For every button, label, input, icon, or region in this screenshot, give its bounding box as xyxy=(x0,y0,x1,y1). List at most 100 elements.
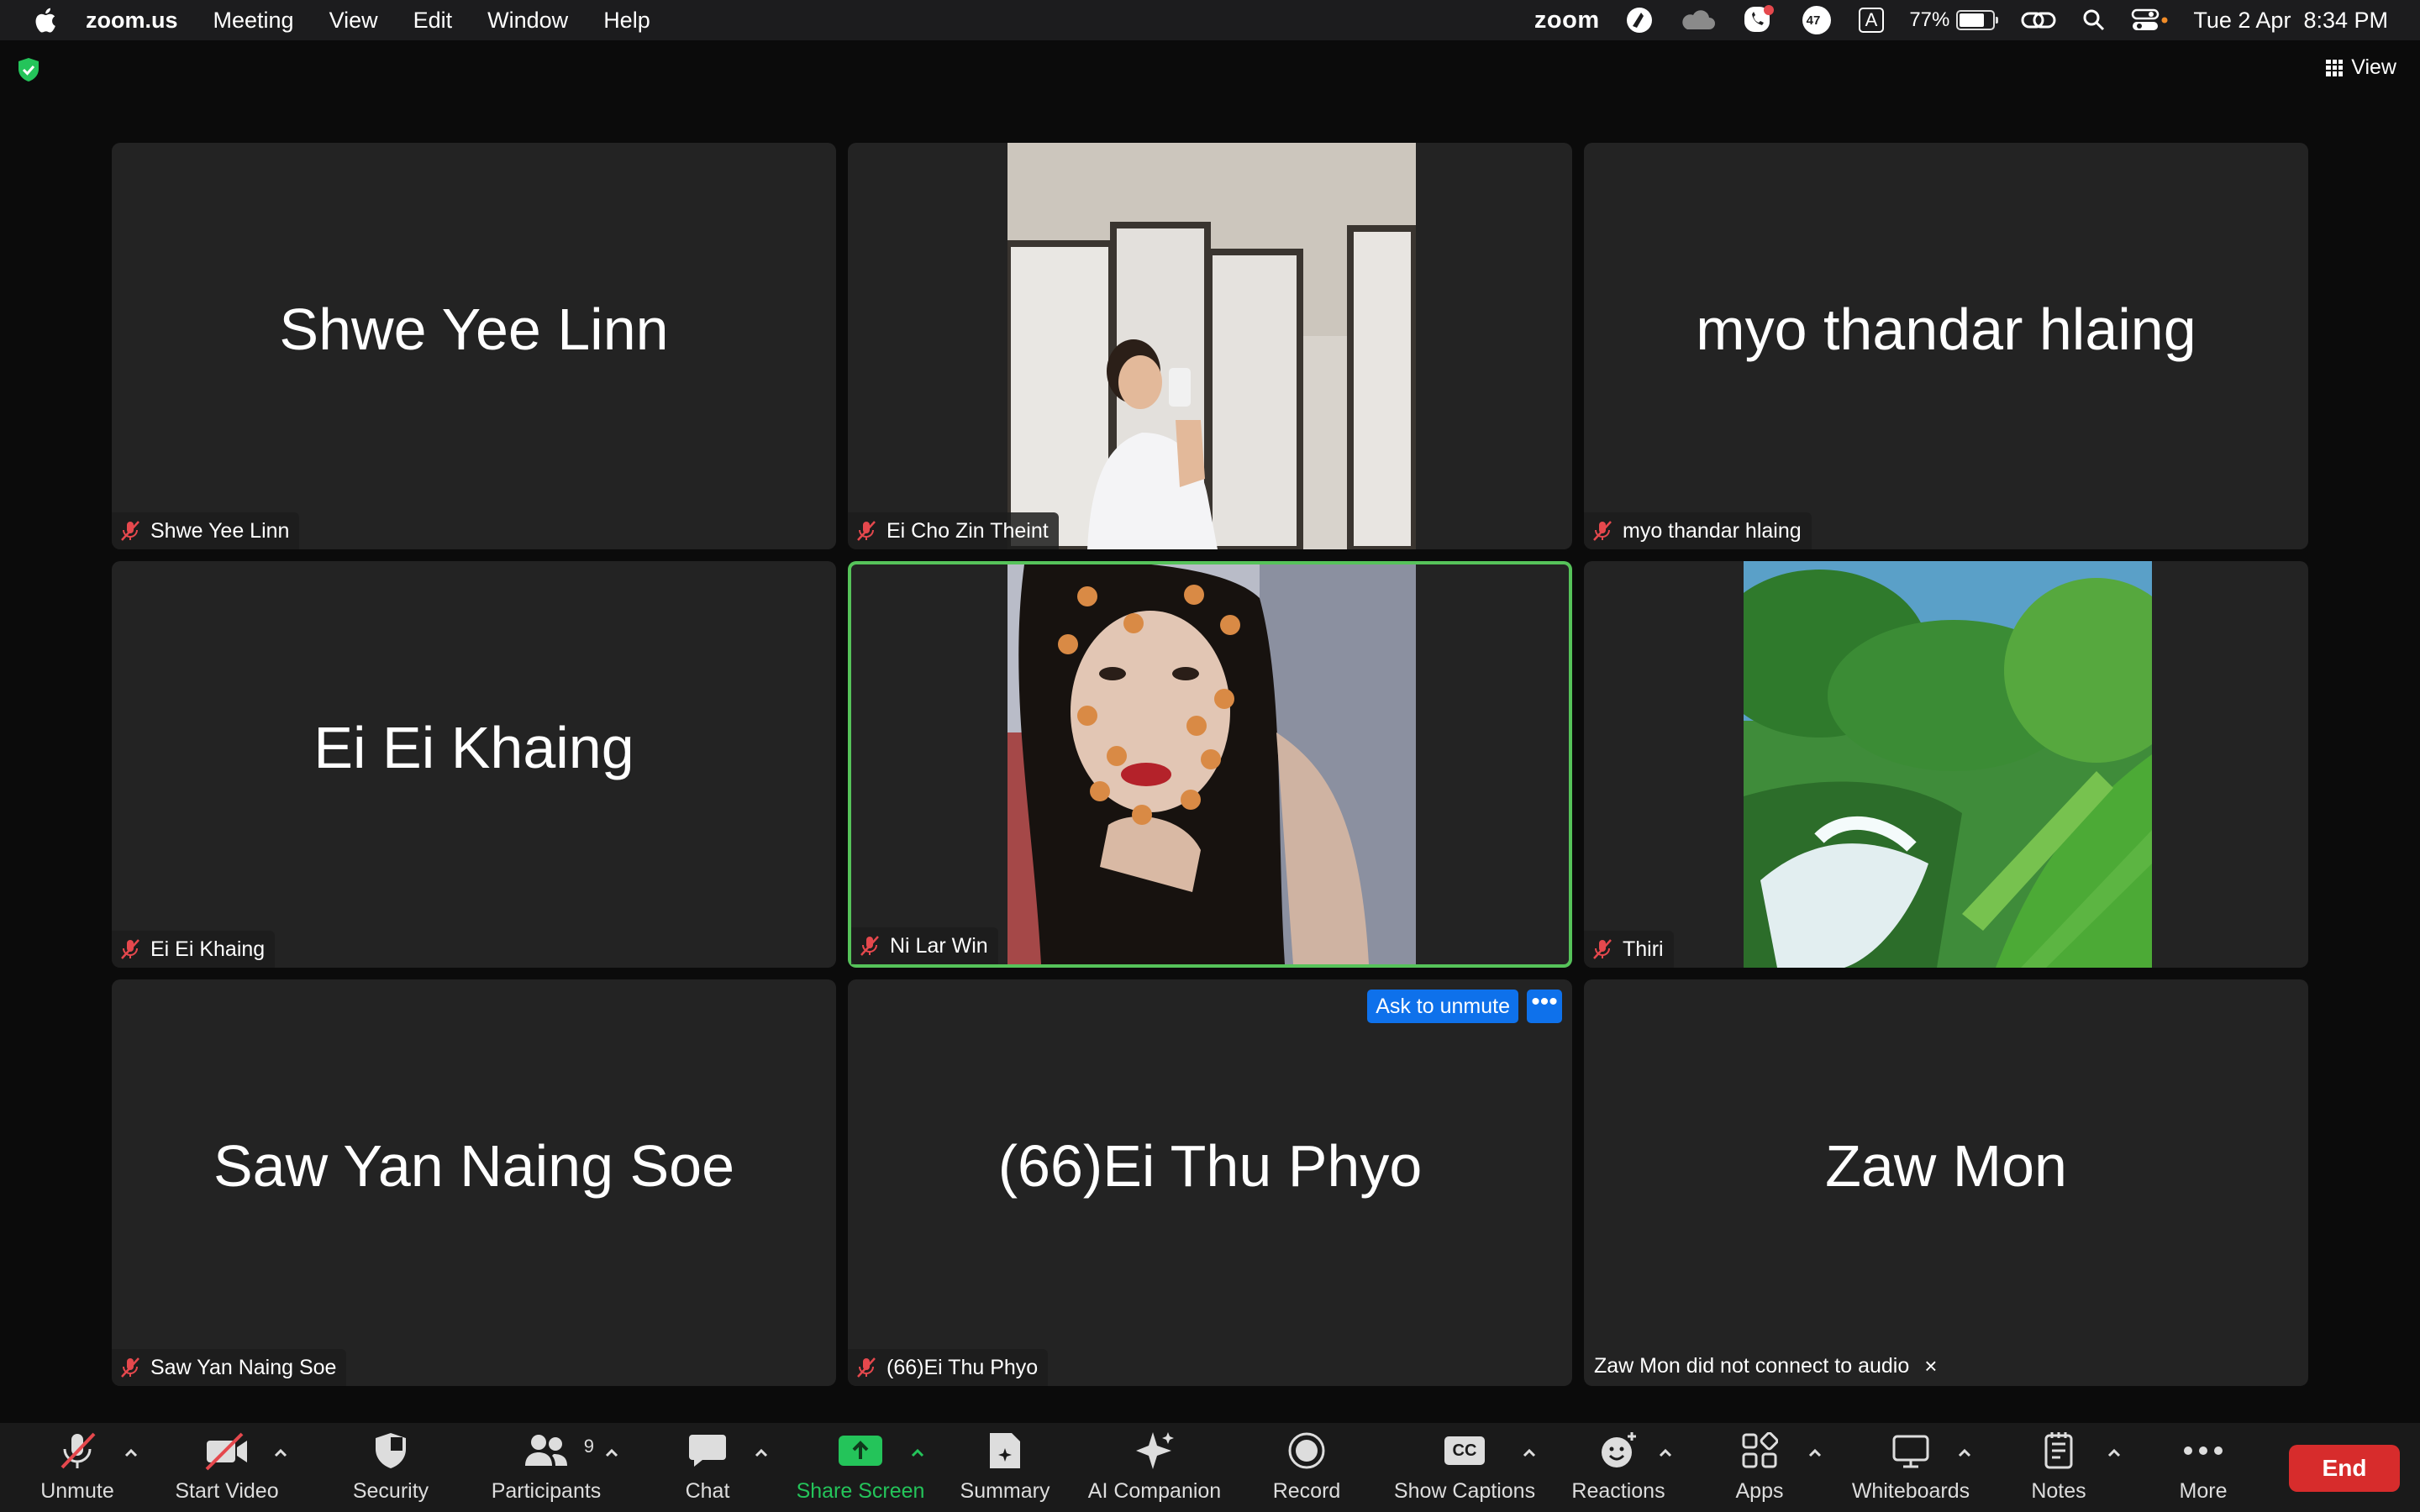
chevron-up-icon[interactable] xyxy=(1657,1445,1674,1462)
menu-meeting[interactable]: Meeting xyxy=(213,8,294,34)
participant-name-label: Thiri xyxy=(1623,937,1664,961)
apps-icon xyxy=(1742,1432,1778,1468)
participant-display-name: Zaw Mon xyxy=(1825,1133,2067,1199)
security-shield-icon xyxy=(376,1433,406,1468)
chevron-up-icon[interactable] xyxy=(753,1445,770,1462)
chevron-up-icon[interactable] xyxy=(2106,1445,2123,1462)
reactions-button[interactable]: Reactions xyxy=(1565,1423,1672,1512)
participant-tile[interactable]: myo thandar hlaing myo thandar hlaing xyxy=(1584,143,2308,549)
tile-more-options-button[interactable]: ••• xyxy=(1527,990,1562,1023)
participant-name-tag: Ei Ei Khaing xyxy=(112,931,276,968)
apps-label: Apps xyxy=(1735,1479,1784,1503)
participant-name-label: Shwe Yee Linn xyxy=(150,518,290,543)
muted-mic-icon xyxy=(860,936,879,956)
apps-button[interactable]: Apps xyxy=(1718,1423,1802,1512)
participant-name-tag: (66)Ei Thu Phyo xyxy=(848,1349,1049,1386)
menu-window[interactable]: Window xyxy=(487,8,568,34)
chevron-up-icon[interactable] xyxy=(1807,1445,1823,1462)
notification-count-icon[interactable]: 47 xyxy=(1800,3,1833,37)
notification-count: 47 xyxy=(1806,13,1821,28)
chevron-up-icon[interactable] xyxy=(272,1445,289,1462)
chevron-up-icon[interactable] xyxy=(909,1445,926,1462)
spotlight-search-icon[interactable] xyxy=(2082,8,2106,32)
show-captions-button[interactable]: CC Show Captions xyxy=(1386,1423,1543,1512)
participant-tile[interactable]: (66)Ei Thu Phyo Ask to unmute ••• (66)Ei… xyxy=(848,979,1572,1386)
muted-mic-icon xyxy=(1593,939,1612,959)
muted-mic-icon xyxy=(857,1357,876,1378)
chat-button[interactable]: Chat xyxy=(666,1423,750,1512)
participant-tile[interactable]: Thiri xyxy=(1584,561,2308,968)
reactions-label: Reactions xyxy=(1571,1479,1665,1503)
muted-mic-icon xyxy=(857,521,876,541)
summary-button[interactable]: Summary xyxy=(955,1423,1055,1512)
ask-to-unmute-button[interactable]: Ask to unmute xyxy=(1367,990,1518,1023)
link-icon[interactable] xyxy=(2020,8,2057,33)
participant-tile[interactable]: Shwe Yee Linn Shwe Yee Linn xyxy=(112,143,836,549)
video-off-icon xyxy=(205,1432,247,1471)
participant-name-label: (66)Ei Thu Phyo xyxy=(886,1355,1039,1379)
chevron-up-icon[interactable] xyxy=(1956,1445,1973,1462)
battery-icon[interactable] xyxy=(1956,10,1999,30)
participants-label: Participants xyxy=(491,1479,602,1503)
menu-clock[interactable]: Tue 2 Apr 8:34 PM xyxy=(2193,8,2388,34)
participants-count: 9 xyxy=(583,1436,594,1457)
apple-logo-icon[interactable] xyxy=(32,6,57,34)
record-button[interactable]: Record xyxy=(1260,1423,1353,1512)
unmute-label: Unmute xyxy=(40,1479,114,1503)
participant-video xyxy=(1007,564,1416,964)
summary-label: Summary xyxy=(960,1479,1050,1503)
chevron-up-icon[interactable] xyxy=(123,1445,139,1462)
summary-icon xyxy=(990,1433,1020,1468)
control-center-icon[interactable] xyxy=(2131,8,2168,33)
participant-name-tag: Thiri xyxy=(1584,931,1674,968)
record-label: Record xyxy=(1272,1479,1341,1503)
participants-button[interactable]: 9 Participants xyxy=(479,1423,613,1512)
zoom-status-icon[interactable]: zoom xyxy=(1534,7,1600,34)
participant-display-name: Ei Ei Khaing xyxy=(313,715,634,780)
end-meeting-button[interactable]: End xyxy=(2289,1445,2400,1492)
participant-tile[interactable]: Zaw Mon Zaw Mon did not connect to audio… xyxy=(1584,979,2308,1386)
audio-notice-text: Zaw Mon did not connect to audio xyxy=(1594,1354,1910,1378)
notes-button[interactable]: Notes xyxy=(2015,1423,2102,1512)
security-button[interactable]: Security xyxy=(340,1423,441,1512)
active-speaker-tile[interactable]: Ni Lar Win xyxy=(848,561,1572,968)
muted-mic-icon xyxy=(60,1432,96,1469)
close-icon[interactable]: × xyxy=(1924,1353,1937,1379)
unmute-button[interactable]: Unmute xyxy=(25,1423,129,1512)
participant-display-name: Saw Yan Naing Soe xyxy=(213,1133,735,1199)
encryption-shield-icon[interactable] xyxy=(17,57,40,82)
participant-tile[interactable]: Ei Cho Zin Theint xyxy=(848,143,1572,549)
chevron-up-icon[interactable] xyxy=(603,1445,620,1462)
menu-edit[interactable]: Edit xyxy=(413,8,453,34)
participants-icon xyxy=(525,1435,567,1466)
menu-view[interactable]: View xyxy=(329,8,378,34)
participant-tile[interactable]: Ei Ei Khaing Ei Ei Khaing xyxy=(112,561,836,968)
view-button[interactable]: View xyxy=(2326,55,2396,80)
start-video-button[interactable]: Start Video xyxy=(168,1423,286,1512)
share-screen-button[interactable]: Share Screen xyxy=(790,1423,931,1512)
menu-help[interactable]: Help xyxy=(603,8,650,34)
chevron-up-icon[interactable] xyxy=(1521,1445,1538,1462)
whiteboards-button[interactable]: Whiteboards xyxy=(1845,1423,1976,1512)
notes-icon xyxy=(2044,1432,2073,1469)
cloud-icon[interactable] xyxy=(1679,8,1716,33)
reactions-smiley-icon xyxy=(1602,1432,1636,1467)
menu-app-zoom[interactable]: zoom.us xyxy=(86,8,178,34)
participant-name-label: myo thandar hlaing xyxy=(1623,518,1802,543)
participant-name-tag: Saw Yan Naing Soe xyxy=(112,1349,347,1386)
viber-icon[interactable] xyxy=(1741,3,1775,37)
ai-companion-sparkle-icon xyxy=(1136,1432,1174,1469)
more-button[interactable]: More xyxy=(2161,1423,2245,1512)
participant-name-tag: Ni Lar Win xyxy=(851,927,998,964)
participant-tile[interactable]: Saw Yan Naing Soe Saw Yan Naing Soe xyxy=(112,979,836,1386)
participant-name-tag: Shwe Yee Linn xyxy=(112,512,300,549)
meeting-toolbar: Unmute Start Video Security 9 Participan… xyxy=(0,1423,2420,1512)
alfred-icon[interactable] xyxy=(1625,6,1654,34)
input-source-icon[interactable]: A xyxy=(1858,8,1885,33)
share-screen-label: Share Screen xyxy=(796,1479,925,1503)
chat-label: Chat xyxy=(685,1479,730,1503)
grid-view-icon xyxy=(2326,59,2344,76)
muted-mic-icon xyxy=(121,939,139,959)
menu-bar: zoom.us Meeting View Edit Window Help zo… xyxy=(0,0,2420,40)
ai-companion-button[interactable]: AI Companion xyxy=(1082,1423,1227,1512)
